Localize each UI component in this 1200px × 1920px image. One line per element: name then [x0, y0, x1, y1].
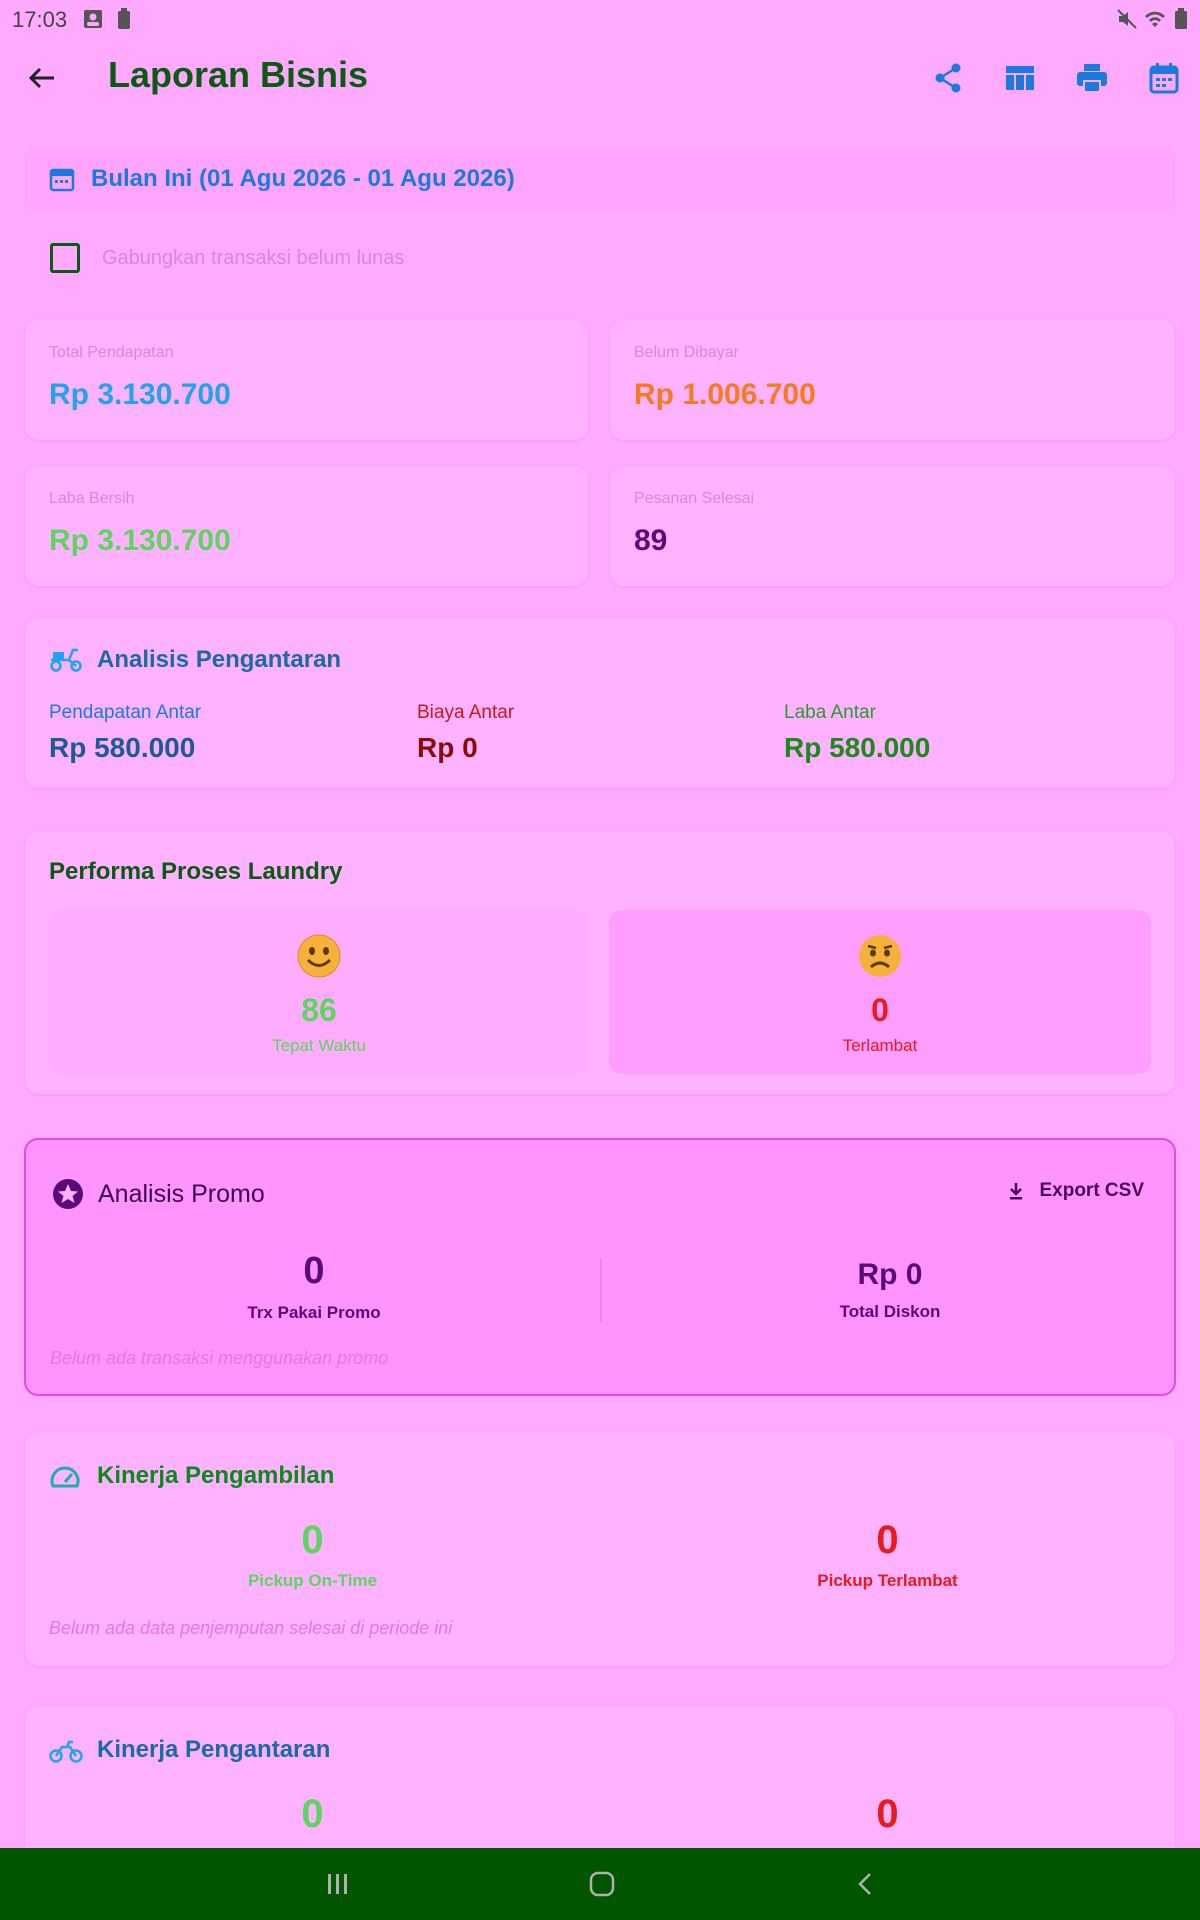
pickup-performance-card: Kinerja Pengambilan 0 Pickup On-Time 0 P…	[25, 1432, 1175, 1666]
share-icon	[935, 63, 961, 93]
unpaid-value: Rp 1.006.700	[634, 378, 816, 411]
promo-analysis-card: Analisis Promo Export CSV 0 Trx Pakai Pr…	[24, 1138, 1176, 1396]
delivery-profit-value: Rp 580.000	[784, 732, 931, 763]
date-range-label: Bulan Ini (01 Agu 2026 - 01 Agu 2026)	[91, 165, 515, 192]
star-badge-icon	[53, 1179, 83, 1209]
smile-emoji-icon	[297, 934, 341, 978]
on-time-box: 86 Tepat Waktu	[49, 910, 589, 1074]
pickup-late-value: 0	[876, 1518, 899, 1562]
promo-empty-note: Belum ada transaksi menggunakan promo	[50, 1348, 389, 1368]
delivery-on-time-value: 0	[301, 1792, 324, 1836]
mute-icon	[1117, 9, 1137, 29]
delivery-income-value: Rp 580.000	[49, 732, 196, 763]
recent-apps-button[interactable]	[318, 1864, 358, 1904]
on-time-label: Tepat Waktu	[272, 1036, 366, 1055]
delivery-analysis-title: Analisis Pengantaran	[97, 646, 342, 673]
promo-discount-label: Total Diskon	[839, 1302, 941, 1321]
pickup-on-time-stat: 0 Pickup On-Time	[25, 1518, 600, 1591]
delivery-profit-label: Laba Antar	[784, 702, 876, 723]
calendar-icon	[1149, 63, 1179, 94]
promo-trx-label: Trx Pakai Promo	[247, 1303, 381, 1322]
promo-trx-stat: 0 Trx Pakai Promo	[26, 1250, 602, 1323]
combine-unpaid-option[interactable]: Gabungkan transaksi belum lunas	[50, 243, 404, 273]
promo-discount-stat: Rp 0 Total Diskon	[602, 1258, 1178, 1322]
pickup-empty-note: Belum ada data penjemputan selesai di pe…	[49, 1618, 453, 1638]
scooter-icon	[50, 648, 82, 672]
unpaid-card: Belum Dibayar Rp 1.006.700	[610, 320, 1175, 440]
net-profit-label: Laba Bersih	[49, 490, 135, 507]
sad-emoji-icon	[859, 935, 901, 977]
contact-notification-icon	[84, 10, 102, 28]
promo-analysis-title: Analisis Promo	[98, 1180, 265, 1208]
delivery-cost-value: Rp 0	[417, 732, 478, 763]
status-time: 17:03	[12, 7, 68, 32]
wifi-icon	[1145, 11, 1165, 27]
back-button[interactable]	[22, 58, 62, 98]
delivery-late-value: 0	[876, 1792, 899, 1836]
speedometer-icon	[50, 1466, 80, 1488]
on-time-value: 86	[301, 992, 337, 1028]
system-navigation-bar	[0, 1848, 1200, 1920]
page-title: Laporan Bisnis	[108, 54, 369, 95]
battery-100-icon	[118, 8, 130, 29]
print-icon	[1077, 64, 1107, 93]
pickup-performance-title: Kinerja Pengambilan	[97, 1462, 335, 1489]
promo-discount-value: Rp 0	[857, 1258, 923, 1291]
delivery-income-label: Pendapatan Antar	[49, 702, 202, 723]
combine-unpaid-label: Gabungkan transaksi belum lunas	[102, 246, 405, 269]
laundry-performance-card: Performa Proses Laundry 86 Tepat Waktu 0…	[25, 832, 1175, 1094]
recent-apps-icon	[328, 1874, 347, 1894]
chevron-left-icon	[858, 1873, 871, 1895]
total-income-card: Total Pendapatan Rp 3.130.700	[25, 320, 588, 440]
pickup-on-time-label: Pickup On-Time	[247, 1571, 378, 1590]
system-back-button[interactable]	[846, 1864, 886, 1904]
unpaid-label: Belum Dibayar	[634, 344, 739, 361]
pickup-on-time-value: 0	[301, 1518, 324, 1562]
net-profit-value: Rp 3.130.700	[49, 524, 231, 557]
late-value: 0	[871, 992, 889, 1028]
home-button[interactable]	[582, 1864, 622, 1904]
table-view-button[interactable]	[1000, 58, 1040, 98]
home-icon	[589, 1871, 615, 1897]
orders-done-label: Pesanan Selesai	[634, 490, 755, 507]
arrow-back-icon	[28, 67, 54, 89]
combine-unpaid-checkbox[interactable]	[50, 243, 80, 273]
share-button[interactable]	[928, 58, 968, 98]
delivery-performance-title: Kinerja Pengantaran	[97, 1736, 331, 1763]
orders-done-value: 89	[634, 524, 668, 557]
pickup-late-label: Pickup Terlambat	[817, 1571, 958, 1590]
print-button[interactable]	[1072, 58, 1112, 98]
delivery-cost-label: Biaya Antar	[417, 702, 515, 723]
calendar-button[interactable]	[1144, 58, 1184, 98]
download-icon	[1010, 1183, 1023, 1200]
table-icon	[1006, 66, 1034, 90]
motorbike-icon	[49, 1740, 83, 1763]
net-profit-card: Laba Bersih Rp 3.130.700	[25, 466, 588, 586]
calendar-icon	[49, 168, 75, 192]
date-range-selector[interactable]: Bulan Ini (01 Agu 2026 - 01 Agu 2026)	[25, 148, 1175, 210]
total-income-label: Total Pendapatan	[49, 344, 174, 361]
late-box: 0 Terlambat	[609, 910, 1151, 1074]
app-bar: Laporan Bisnis	[0, 40, 1200, 116]
battery-icon	[1175, 8, 1187, 29]
promo-trx-value: 0	[303, 1250, 325, 1292]
status-bar: 17:03	[0, 0, 1200, 40]
laundry-performance-title: Performa Proses Laundry	[49, 858, 343, 885]
total-income-value: Rp 3.130.700	[49, 378, 231, 411]
export-csv-button[interactable]: Export CSV	[1007, 1180, 1144, 1202]
delivery-analysis-card: Analisis Pengantaran Pendapatan Antar Rp…	[25, 618, 1175, 788]
orders-done-card: Pesanan Selesai 89	[610, 466, 1175, 586]
pickup-late-stat: 0 Pickup Terlambat	[600, 1518, 1175, 1591]
export-csv-label: Export CSV	[1039, 1180, 1144, 1201]
late-label: Terlambat	[842, 1036, 918, 1055]
